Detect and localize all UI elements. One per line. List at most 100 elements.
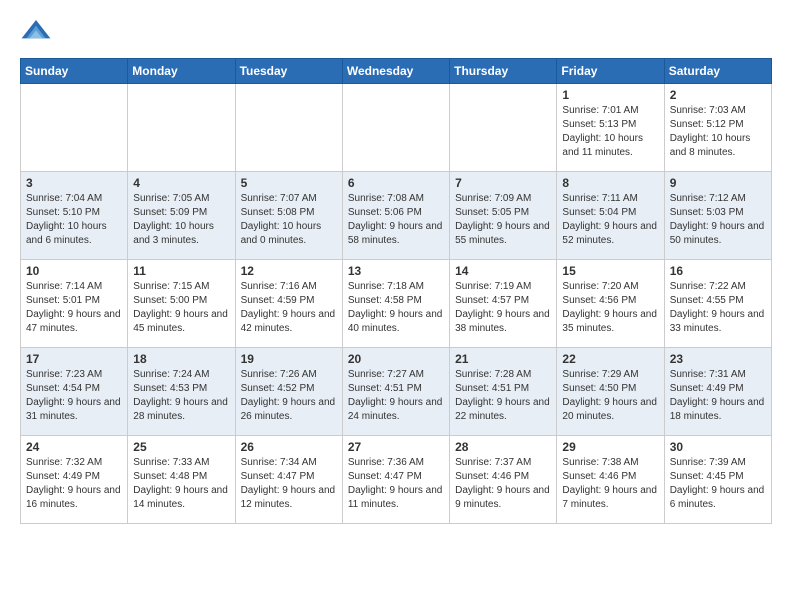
day-info: Sunrise: 7:27 AM Sunset: 4:51 PM Dayligh… [348, 368, 444, 424]
day-info: Sunrise: 7:12 AM Sunset: 5:03 PM Dayligh… [670, 192, 766, 248]
calendar-cell: 14 Sunrise: 7:19 AM Sunset: 4:57 PM Dayli… [450, 260, 557, 348]
calendar-cell: 16 Sunrise: 7:22 AM Sunset: 4:55 PM Dayli… [664, 260, 771, 348]
day-number: 9 [670, 176, 766, 190]
day-info: Sunrise: 7:08 AM Sunset: 5:06 PM Dayligh… [348, 192, 444, 248]
day-number: 8 [562, 176, 658, 190]
day-number: 18 [133, 352, 229, 366]
day-number: 17 [26, 352, 122, 366]
day-info: Sunrise: 7:39 AM Sunset: 4:45 PM Dayligh… [670, 456, 766, 512]
day-number: 28 [455, 440, 551, 454]
day-info: Sunrise: 7:24 AM Sunset: 4:53 PM Dayligh… [133, 368, 229, 424]
day-number: 14 [455, 264, 551, 278]
day-info: Sunrise: 7:09 AM Sunset: 5:05 PM Dayligh… [455, 192, 551, 248]
calendar-week-row: 3 Sunrise: 7:04 AM Sunset: 5:10 PM Daylig… [21, 172, 772, 260]
day-info: Sunrise: 7:31 AM Sunset: 4:49 PM Dayligh… [670, 368, 766, 424]
calendar-table: SundayMondayTuesdayWednesdayThursdayFrid… [20, 58, 772, 524]
day-info: Sunrise: 7:29 AM Sunset: 4:50 PM Dayligh… [562, 368, 658, 424]
day-number: 24 [26, 440, 122, 454]
day-number: 20 [348, 352, 444, 366]
day-info: Sunrise: 7:32 AM Sunset: 4:49 PM Dayligh… [26, 456, 122, 512]
calendar-day-header: Friday [557, 59, 664, 84]
calendar-cell: 7 Sunrise: 7:09 AM Sunset: 5:05 PM Daylig… [450, 172, 557, 260]
calendar-day-header: Monday [128, 59, 235, 84]
day-info: Sunrise: 7:01 AM Sunset: 5:13 PM Dayligh… [562, 104, 658, 160]
day-number: 29 [562, 440, 658, 454]
day-info: Sunrise: 7:36 AM Sunset: 4:47 PM Dayligh… [348, 456, 444, 512]
calendar-cell: 27 Sunrise: 7:36 AM Sunset: 4:47 PM Dayli… [342, 436, 449, 524]
day-number: 3 [26, 176, 122, 190]
day-info: Sunrise: 7:14 AM Sunset: 5:01 PM Dayligh… [26, 280, 122, 336]
day-info: Sunrise: 7:15 AM Sunset: 5:00 PM Dayligh… [133, 280, 229, 336]
calendar-cell [342, 84, 449, 172]
calendar-cell: 3 Sunrise: 7:04 AM Sunset: 5:10 PM Daylig… [21, 172, 128, 260]
calendar-cell: 19 Sunrise: 7:26 AM Sunset: 4:52 PM Dayli… [235, 348, 342, 436]
calendar-week-row: 24 Sunrise: 7:32 AM Sunset: 4:49 PM Dayli… [21, 436, 772, 524]
day-number: 5 [241, 176, 337, 190]
calendar-cell: 20 Sunrise: 7:27 AM Sunset: 4:51 PM Dayli… [342, 348, 449, 436]
calendar-cell [128, 84, 235, 172]
calendar-day-header: Tuesday [235, 59, 342, 84]
day-info: Sunrise: 7:26 AM Sunset: 4:52 PM Dayligh… [241, 368, 337, 424]
calendar-cell: 8 Sunrise: 7:11 AM Sunset: 5:04 PM Daylig… [557, 172, 664, 260]
day-number: 4 [133, 176, 229, 190]
day-number: 15 [562, 264, 658, 278]
day-number: 12 [241, 264, 337, 278]
day-number: 25 [133, 440, 229, 454]
day-info: Sunrise: 7:16 AM Sunset: 4:59 PM Dayligh… [241, 280, 337, 336]
calendar-week-row: 17 Sunrise: 7:23 AM Sunset: 4:54 PM Dayli… [21, 348, 772, 436]
calendar-cell: 4 Sunrise: 7:05 AM Sunset: 5:09 PM Daylig… [128, 172, 235, 260]
calendar-cell: 30Sunrise: 7:39 AM Sunset: 4:45 PM Dayli… [664, 436, 771, 524]
day-info: Sunrise: 7:20 AM Sunset: 4:56 PM Dayligh… [562, 280, 658, 336]
day-info: Sunrise: 7:22 AM Sunset: 4:55 PM Dayligh… [670, 280, 766, 336]
calendar-cell: 12 Sunrise: 7:16 AM Sunset: 4:59 PM Dayli… [235, 260, 342, 348]
calendar-cell: 6Sunrise: 7:08 AM Sunset: 5:06 PM Daylig… [342, 172, 449, 260]
header [20, 16, 772, 48]
calendar-cell: 22Sunrise: 7:29 AM Sunset: 4:50 PM Dayli… [557, 348, 664, 436]
day-info: Sunrise: 7:23 AM Sunset: 4:54 PM Dayligh… [26, 368, 122, 424]
calendar-cell: 17 Sunrise: 7:23 AM Sunset: 4:54 PM Dayli… [21, 348, 128, 436]
calendar-cell: 2 Sunrise: 7:03 AM Sunset: 5:12 PM Daylig… [664, 84, 771, 172]
day-number: 27 [348, 440, 444, 454]
calendar-cell: 29 Sunrise: 7:38 AM Sunset: 4:46 PM Dayli… [557, 436, 664, 524]
day-number: 16 [670, 264, 766, 278]
calendar-cell: 28 Sunrise: 7:37 AM Sunset: 4:46 PM Dayli… [450, 436, 557, 524]
calendar-cell: 15 Sunrise: 7:20 AM Sunset: 4:56 PM Dayli… [557, 260, 664, 348]
day-info: Sunrise: 7:33 AM Sunset: 4:48 PM Dayligh… [133, 456, 229, 512]
calendar-day-header: Saturday [664, 59, 771, 84]
calendar-cell [21, 84, 128, 172]
calendar-cell: 13 Sunrise: 7:18 AM Sunset: 4:58 PM Dayli… [342, 260, 449, 348]
day-number: 26 [241, 440, 337, 454]
day-info: Sunrise: 7:18 AM Sunset: 4:58 PM Dayligh… [348, 280, 444, 336]
logo-icon [20, 16, 52, 48]
day-number: 19 [241, 352, 337, 366]
day-number: 1 [562, 88, 658, 102]
calendar-week-row: 1 Sunrise: 7:01 AM Sunset: 5:13 PM Daylig… [21, 84, 772, 172]
calendar-week-row: 10 Sunrise: 7:14 AM Sunset: 5:01 PM Dayli… [21, 260, 772, 348]
day-number: 2 [670, 88, 766, 102]
calendar-cell [235, 84, 342, 172]
calendar-cell: 10 Sunrise: 7:14 AM Sunset: 5:01 PM Dayli… [21, 260, 128, 348]
day-number: 10 [26, 264, 122, 278]
day-info: Sunrise: 7:03 AM Sunset: 5:12 PM Dayligh… [670, 104, 766, 160]
calendar-cell: 11Sunrise: 7:15 AM Sunset: 5:00 PM Dayli… [128, 260, 235, 348]
calendar-cell [450, 84, 557, 172]
calendar-cell: 23Sunrise: 7:31 AM Sunset: 4:49 PM Dayli… [664, 348, 771, 436]
day-number: 21 [455, 352, 551, 366]
day-info: Sunrise: 7:37 AM Sunset: 4:46 PM Dayligh… [455, 456, 551, 512]
calendar-cell: 21 Sunrise: 7:28 AM Sunset: 4:51 PM Dayli… [450, 348, 557, 436]
day-info: Sunrise: 7:11 AM Sunset: 5:04 PM Dayligh… [562, 192, 658, 248]
day-info: Sunrise: 7:05 AM Sunset: 5:09 PM Dayligh… [133, 192, 229, 248]
day-info: Sunrise: 7:38 AM Sunset: 4:46 PM Dayligh… [562, 456, 658, 512]
calendar-day-header: Thursday [450, 59, 557, 84]
day-info: Sunrise: 7:19 AM Sunset: 4:57 PM Dayligh… [455, 280, 551, 336]
calendar-day-header: Sunday [21, 59, 128, 84]
calendar-cell: 25 Sunrise: 7:33 AM Sunset: 4:48 PM Dayli… [128, 436, 235, 524]
day-number: 13 [348, 264, 444, 278]
day-info: Sunrise: 7:04 AM Sunset: 5:10 PM Dayligh… [26, 192, 122, 248]
day-number: 7 [455, 176, 551, 190]
calendar-cell: 24 Sunrise: 7:32 AM Sunset: 4:49 PM Dayli… [21, 436, 128, 524]
day-info: Sunrise: 7:34 AM Sunset: 4:47 PM Dayligh… [241, 456, 337, 512]
day-info: Sunrise: 7:28 AM Sunset: 4:51 PM Dayligh… [455, 368, 551, 424]
calendar-cell: 9 Sunrise: 7:12 AM Sunset: 5:03 PM Daylig… [664, 172, 771, 260]
page: SundayMondayTuesdayWednesdayThursdayFrid… [0, 0, 792, 540]
